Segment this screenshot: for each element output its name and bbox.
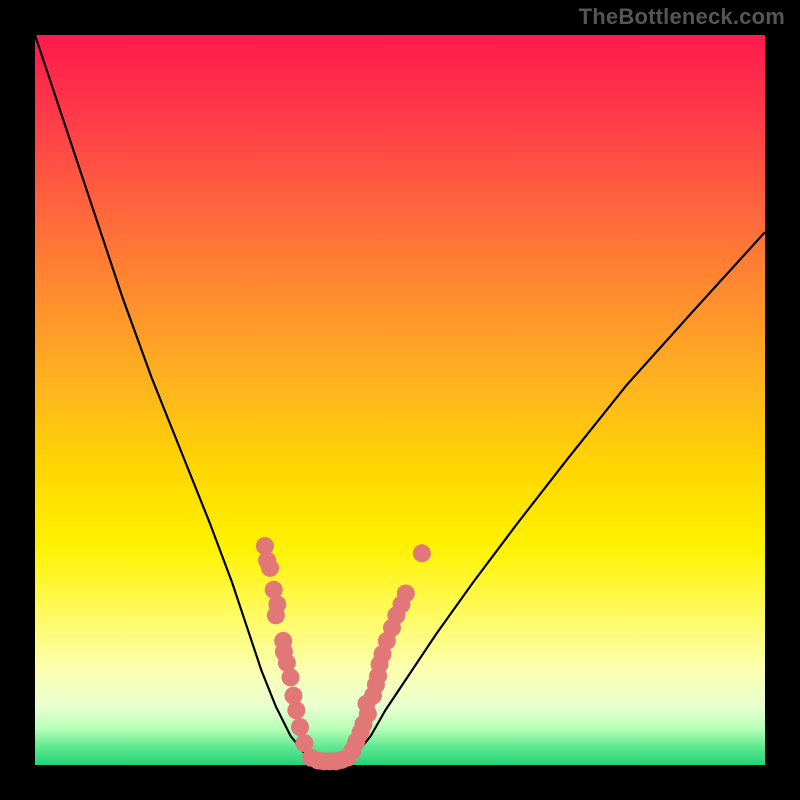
- plot-area: [35, 35, 765, 765]
- data-point: [267, 606, 285, 624]
- data-point: [287, 701, 305, 719]
- chart-frame: TheBottleneck.com: [0, 0, 800, 800]
- chart-svg: [35, 35, 765, 765]
- scatter-dots: [256, 537, 431, 770]
- data-point: [282, 668, 300, 686]
- left-curve: [35, 35, 316, 763]
- data-point: [397, 584, 415, 602]
- watermark-text: TheBottleneck.com: [579, 4, 785, 30]
- data-point: [413, 544, 431, 562]
- data-point: [291, 718, 309, 736]
- data-point: [261, 559, 279, 577]
- right-curve: [345, 232, 765, 762]
